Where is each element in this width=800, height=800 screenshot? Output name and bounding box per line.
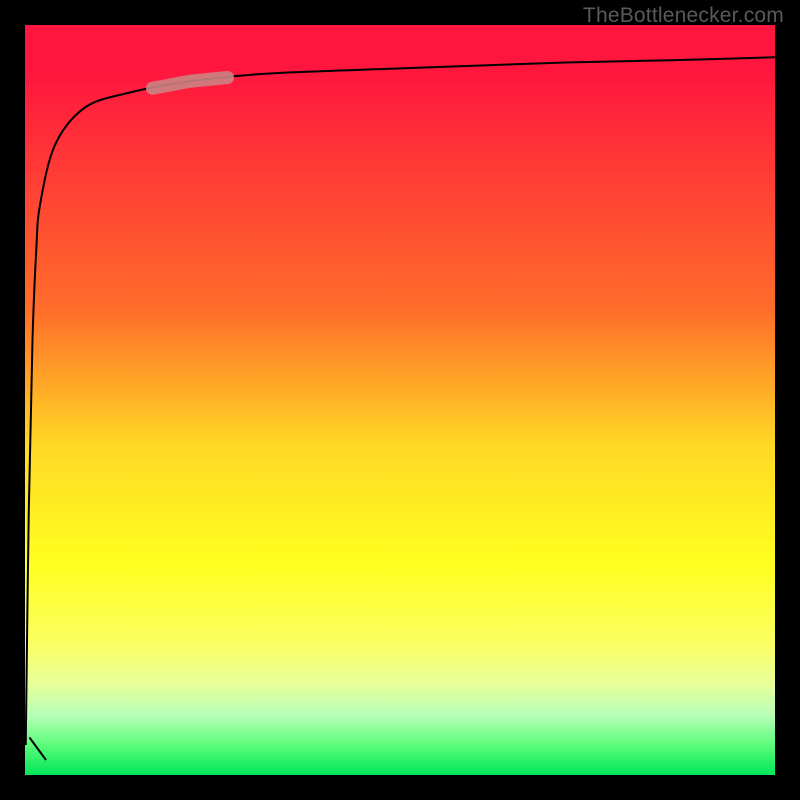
plot-area [25, 25, 775, 775]
attribution-text: TheBottlenecker.com [583, 4, 784, 28]
chart-frame: TheBottlenecker.com [0, 0, 800, 800]
